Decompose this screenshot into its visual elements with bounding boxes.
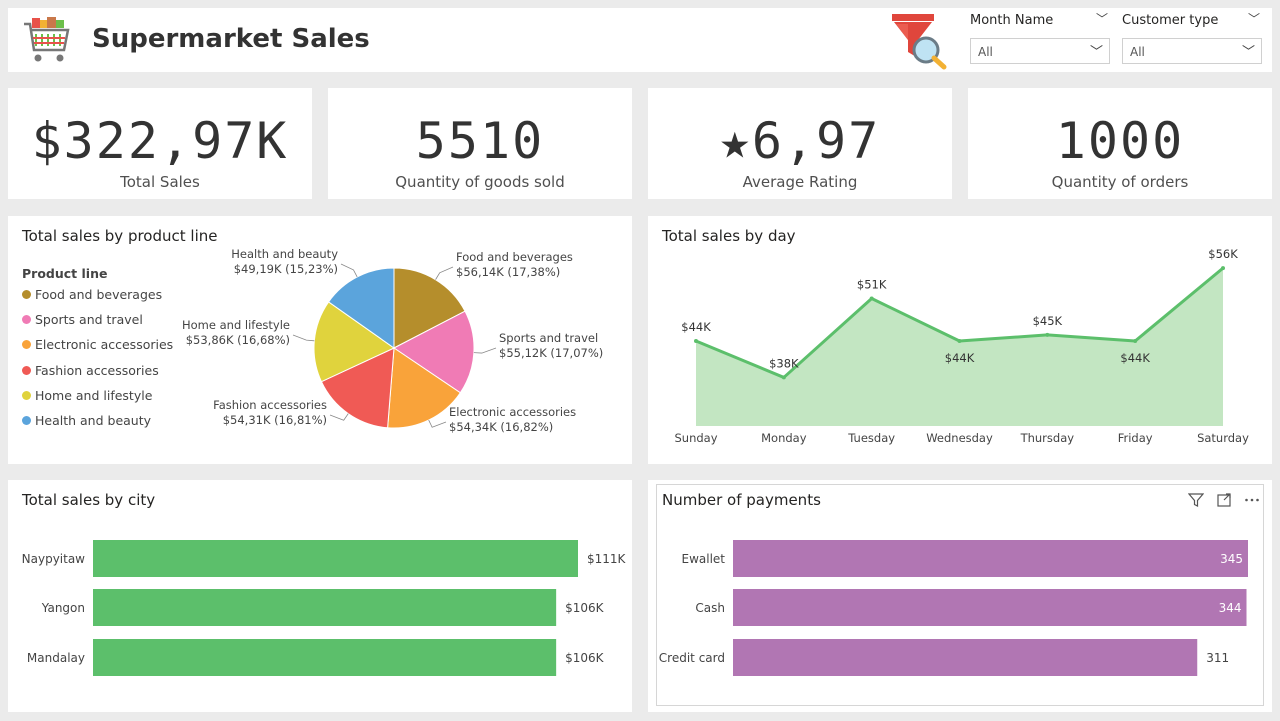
slice-value-label: $55,12K (17,07%) xyxy=(499,346,603,360)
y-tick-label: Yangon xyxy=(41,601,85,615)
x-tick-label: Monday xyxy=(761,431,807,445)
kpi-total-sales[interactable]: $322,97K Total Sales xyxy=(8,88,312,199)
data-point[interactable] xyxy=(1133,339,1138,343)
data-label: $44K xyxy=(945,351,975,365)
data-label: $45K xyxy=(1033,314,1063,328)
y-tick-label: Cash xyxy=(695,601,725,615)
header-bar: Supermarket Sales Month Name ﹀ All ﹀ Cus… xyxy=(8,8,1272,72)
x-tick-label: Friday xyxy=(1118,431,1153,445)
data-label: 311 xyxy=(1206,651,1229,665)
data-point[interactable] xyxy=(1221,266,1225,271)
customer-type-value: All xyxy=(1130,45,1145,59)
kpi-average-rating[interactable]: ★6,97 Average Rating xyxy=(648,88,952,199)
pie-chart[interactable]: Food and beverages$56,14K (17,38%) Sports… xyxy=(8,216,632,464)
y-tick-label: Ewallet xyxy=(681,552,725,566)
slice-category-label: Electronic accessories xyxy=(449,405,576,419)
slice-value-label: $54,34K (16,82%) xyxy=(449,420,553,434)
funnel-search-icon[interactable] xyxy=(888,12,950,70)
kpi-caption: Quantity of orders xyxy=(1051,173,1189,191)
slice-value-label: $56,14K (17,38%) xyxy=(456,265,560,279)
chevron-down-icon: ﹀ xyxy=(1089,45,1103,60)
slice-value-label: $53,86K (16,68%) xyxy=(186,333,290,347)
slice-value-label: $49,19K (15,23%) xyxy=(234,262,338,276)
data-label: $51K xyxy=(857,278,887,292)
data-label: $106K xyxy=(565,601,605,615)
payments-chart-card[interactable]: Number of payments Ewallet 345 Cash 344 Cred… xyxy=(648,480,1272,712)
data-label: $44K xyxy=(1120,351,1150,365)
slicer-customer-label: Customer type xyxy=(1122,13,1219,28)
month-name-dropdown[interactable]: All ﹀ xyxy=(970,38,1110,64)
bar[interactable] xyxy=(733,540,1248,577)
shopping-cart-icon xyxy=(24,17,70,62)
page-title: Supermarket Sales xyxy=(92,24,370,54)
x-tick-label: Thursday xyxy=(1020,431,1075,445)
leader-line xyxy=(435,266,454,280)
kpi-caption: Quantity of goods sold xyxy=(395,173,565,191)
kpi-value: 5510 xyxy=(415,112,545,170)
data-point[interactable] xyxy=(869,296,874,301)
slice-category-label: Sports and travel xyxy=(499,331,598,345)
slicer-month-name: Month Name ﹀ All ﹀ xyxy=(970,12,1110,64)
slice-category-label: Health and beauty xyxy=(231,247,338,261)
data-label: $106K xyxy=(565,651,605,665)
kpi-value: ★6,97 xyxy=(719,112,881,170)
leader-line xyxy=(329,413,349,421)
data-point[interactable] xyxy=(781,375,786,380)
slice-category-label: Fashion accessories xyxy=(213,398,327,412)
y-tick-label: Credit card xyxy=(659,651,725,665)
kpi-quantity-orders[interactable]: 1000 Quantity of orders xyxy=(968,88,1272,199)
leader-line xyxy=(340,263,358,278)
slice-category-label: Food and beverages xyxy=(456,250,573,264)
data-label: $44K xyxy=(681,320,711,334)
leader-line xyxy=(473,347,497,354)
data-point[interactable] xyxy=(1045,332,1050,337)
bar[interactable] xyxy=(93,639,557,676)
bar[interactable] xyxy=(733,589,1247,626)
chevron-down-icon: ﹀ xyxy=(1241,45,1255,60)
month-name-value: All xyxy=(978,45,993,59)
data-label: 345 xyxy=(1220,552,1243,566)
x-tick-label: Wednesday xyxy=(926,431,993,445)
area-chart[interactable]: $44K Sunday $38K Monday $51K Tuesday $44K Wedne… xyxy=(648,216,1272,464)
chevron-down-icon[interactable]: ﹀ xyxy=(1096,12,1108,26)
payments-bar-chart[interactable]: Ewallet 345 Cash 344 Credit card 311 xyxy=(648,480,1272,712)
data-label: $38K xyxy=(769,356,799,370)
y-tick-label: Mandalay xyxy=(27,651,85,665)
sales-by-day-chart-card[interactable]: Total sales by day $44K Sunday $38K Monday $… xyxy=(648,216,1272,464)
bar[interactable] xyxy=(93,589,557,626)
bar[interactable] xyxy=(93,540,578,577)
kpi-value: $322,97K xyxy=(31,112,289,170)
data-label: $56K xyxy=(1208,247,1238,261)
sales-by-city-chart-card[interactable]: Total sales by city Naypyitaw $111K Yangon… xyxy=(8,480,632,712)
slicer-month-label: Month Name xyxy=(970,13,1054,28)
product-line-chart-card[interactable]: Total sales by product line Product line… xyxy=(8,216,632,464)
kpi-value: 1000 xyxy=(1055,112,1185,170)
area-fill xyxy=(696,268,1223,426)
chevron-down-icon[interactable]: ﹀ xyxy=(1248,12,1260,26)
slice-value-label: $54,31K (16,81%) xyxy=(223,413,327,427)
slice-category-label: Home and lifestyle xyxy=(182,318,290,332)
kpi-caption: Average Rating xyxy=(742,173,858,191)
x-tick-label: Sunday xyxy=(674,431,717,445)
kpi-quantity-goods[interactable]: 5510 Quantity of goods sold xyxy=(328,88,632,199)
data-label: $111K xyxy=(587,552,627,566)
slicer-customer-type: Customer type ﹀ All ﹀ xyxy=(1122,12,1262,64)
bar[interactable] xyxy=(733,639,1198,676)
y-tick-label: Naypyitaw xyxy=(22,552,86,566)
x-tick-label: Tuesday xyxy=(847,431,895,445)
x-tick-label: Saturday xyxy=(1197,431,1249,445)
kpi-caption: Total Sales xyxy=(120,173,200,191)
data-point[interactable] xyxy=(694,339,698,343)
customer-type-dropdown[interactable]: All ﹀ xyxy=(1122,38,1262,64)
leader-line xyxy=(428,419,447,428)
data-point[interactable] xyxy=(957,339,962,343)
data-label: 344 xyxy=(1219,601,1242,615)
city-bar-chart[interactable]: Naypyitaw $111K Yangon $106K Mandalay $106K xyxy=(8,480,632,712)
leader-line xyxy=(292,334,315,342)
